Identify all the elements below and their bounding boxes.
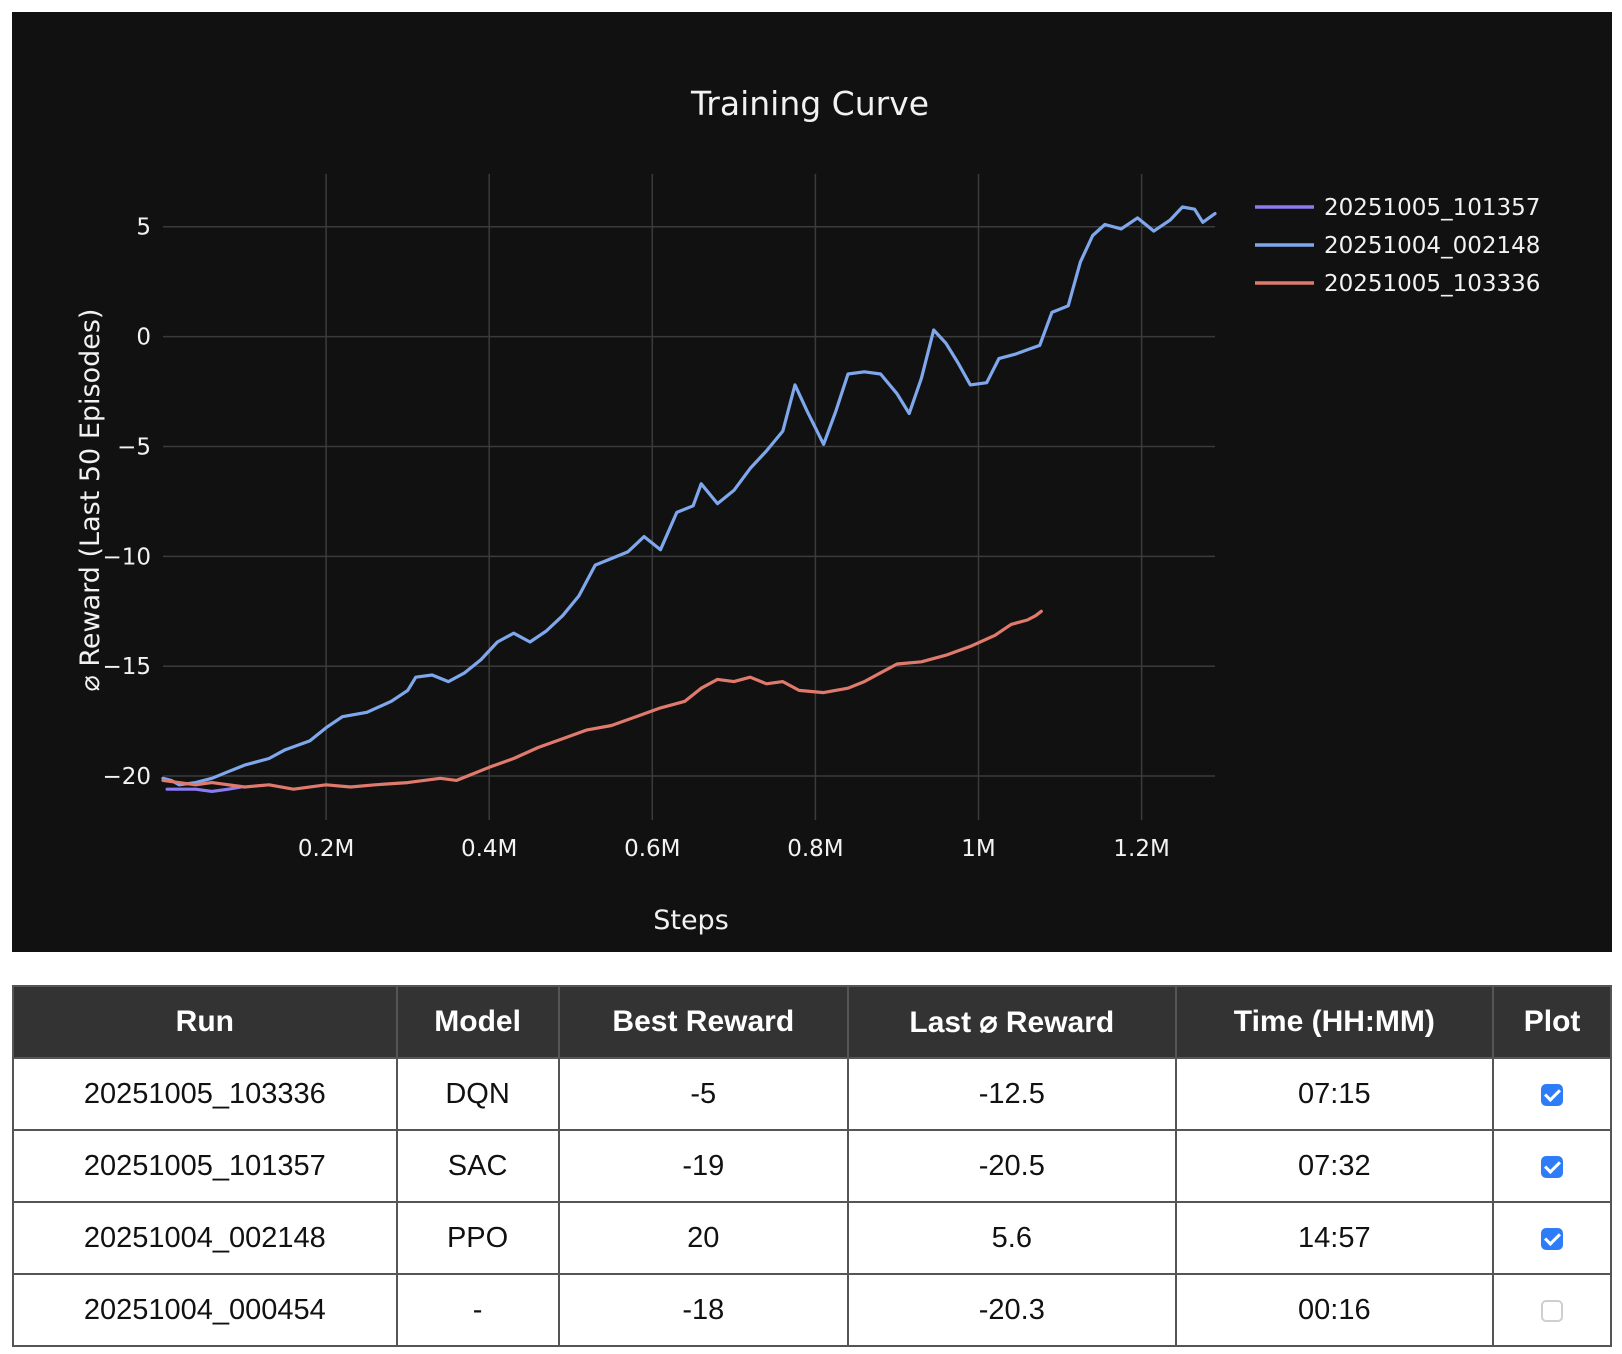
x-axis-label: Steps bbox=[653, 905, 729, 936]
grid bbox=[163, 174, 1215, 820]
y-tick-label: −10 bbox=[102, 544, 151, 570]
cell-run: 20251004_002148 bbox=[12, 1201, 398, 1275]
series-line-20251005_101357 bbox=[165, 785, 243, 793]
col-header-model[interactable]: Model bbox=[395, 985, 560, 1059]
x-tick-label: 1M bbox=[961, 836, 995, 862]
cell-model: SAC bbox=[395, 1129, 560, 1203]
cell-time: 00:16 bbox=[1174, 1273, 1495, 1347]
plot-checkbox[interactable] bbox=[1541, 1155, 1564, 1178]
y-tick-label: −5 bbox=[117, 434, 151, 460]
table-header-row: Run Model Best Reward Last ⌀ Reward Time… bbox=[12, 985, 1612, 1059]
cell-plot bbox=[1492, 1129, 1612, 1203]
legend-item[interactable]: 20251005_103336 bbox=[1255, 271, 1540, 297]
col-header-last-reward[interactable]: Last ⌀ Reward bbox=[847, 985, 1177, 1059]
cell-best-reward: -19 bbox=[557, 1129, 850, 1203]
y-axis-ticks: 5 0 −5 −10 −15 −20 bbox=[102, 215, 151, 790]
x-tick-label: 0.6M bbox=[624, 836, 680, 862]
legend-label: 20251005_103336 bbox=[1324, 271, 1540, 297]
y-tick-label: −15 bbox=[102, 654, 151, 680]
x-tick-label: 0.8M bbox=[787, 836, 843, 862]
legend-item[interactable]: 20251005_101357 bbox=[1255, 195, 1540, 221]
y-tick-label: 0 bbox=[136, 325, 151, 351]
cell-best-reward: 20 bbox=[557, 1201, 850, 1275]
plot-checkbox[interactable] bbox=[1541, 1299, 1564, 1322]
table-row: 20251004_002148 PPO 20 5.6 14:57 bbox=[12, 1201, 1612, 1275]
cell-last-reward: -20.3 bbox=[847, 1273, 1177, 1347]
legend-label: 20251004_002148 bbox=[1324, 233, 1540, 259]
x-tick-label: 0.2M bbox=[298, 836, 354, 862]
col-header-best-reward[interactable]: Best Reward bbox=[557, 985, 850, 1059]
cell-run: 20251005_101357 bbox=[12, 1129, 398, 1203]
cell-time: 14:57 bbox=[1174, 1201, 1495, 1275]
legend-item[interactable]: 20251004_002148 bbox=[1255, 233, 1540, 259]
table-row: 20251004_000454 - -18 -20.3 00:16 bbox=[12, 1273, 1612, 1347]
legend-label: 20251005_101357 bbox=[1324, 195, 1540, 221]
cell-best-reward: -5 bbox=[557, 1057, 850, 1131]
cell-model: - bbox=[395, 1273, 560, 1347]
training-curve-panel: Training Curve 0.2M 0.4M 0.6M 0.8M 1M 1.2M 5 0… bbox=[12, 12, 1612, 952]
cell-plot bbox=[1492, 1273, 1612, 1347]
col-header-run[interactable]: Run bbox=[12, 985, 398, 1059]
x-axis-ticks: 0.2M 0.4M 0.6M 0.8M 1M 1.2M bbox=[298, 836, 1170, 862]
cell-plot bbox=[1492, 1057, 1612, 1131]
cell-model: DQN bbox=[395, 1057, 560, 1131]
cell-time: 07:15 bbox=[1174, 1057, 1495, 1131]
cell-last-reward: -12.5 bbox=[847, 1057, 1177, 1131]
series-lines bbox=[161, 205, 1217, 793]
col-header-plot[interactable]: Plot bbox=[1492, 985, 1612, 1059]
runs-table: Run Model Best Reward Last ⌀ Reward Time… bbox=[12, 985, 1612, 1347]
col-header-time[interactable]: Time (HH:MM) bbox=[1174, 985, 1495, 1059]
x-tick-label: 1.2M bbox=[1113, 836, 1169, 862]
series-line-20251005_103336 bbox=[161, 609, 1043, 791]
cell-time: 07:32 bbox=[1174, 1129, 1495, 1203]
x-tick-label: 0.4M bbox=[461, 836, 517, 862]
cell-best-reward: -18 bbox=[557, 1273, 850, 1347]
chart-title: Training Curve bbox=[690, 84, 929, 123]
table-row: 20251005_103336 DQN -5 -12.5 07:15 bbox=[12, 1057, 1612, 1131]
table-row: 20251005_101357 SAC -19 -20.5 07:32 bbox=[12, 1129, 1612, 1203]
plot-checkbox[interactable] bbox=[1541, 1083, 1564, 1106]
y-tick-label: −20 bbox=[102, 764, 151, 790]
cell-last-reward: -20.5 bbox=[847, 1129, 1177, 1203]
cell-last-reward: 5.6 bbox=[847, 1201, 1177, 1275]
cell-plot bbox=[1492, 1201, 1612, 1275]
training-curve-chart: Training Curve 0.2M 0.4M 0.6M 0.8M 1M 1.2M 5 0… bbox=[75, 84, 1540, 936]
legend[interactable]: 20251005_101357 20251004_002148 20251005_1… bbox=[1255, 195, 1540, 297]
y-axis-label: ⌀ Reward (Last 50 Episodes) bbox=[75, 309, 106, 692]
plot-checkbox[interactable] bbox=[1541, 1227, 1564, 1250]
cell-run: 20251005_103336 bbox=[12, 1057, 398, 1131]
y-tick-label: 5 bbox=[136, 215, 151, 241]
cell-model: PPO bbox=[395, 1201, 560, 1275]
cell-run: 20251004_000454 bbox=[12, 1273, 398, 1347]
